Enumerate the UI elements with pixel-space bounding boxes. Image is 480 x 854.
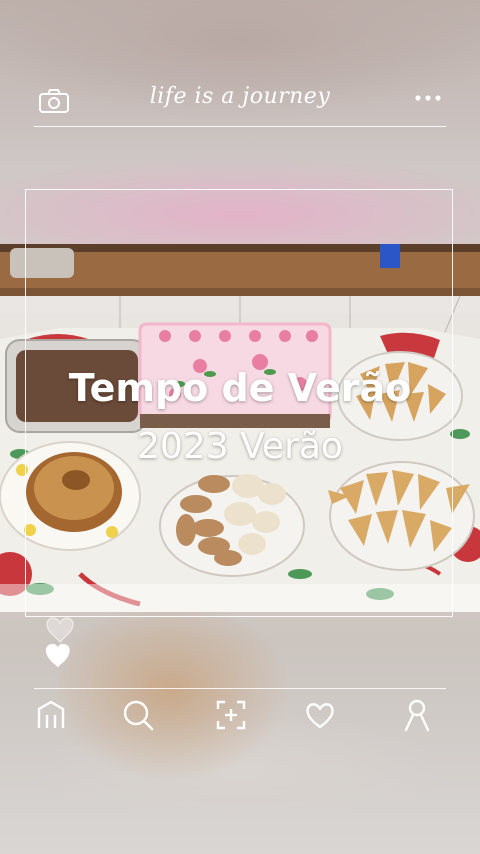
search-icon[interactable] — [121, 698, 155, 732]
header-divider — [34, 126, 446, 127]
heart-icon[interactable] — [303, 698, 337, 732]
caption-subtitle: 2023 Verão — [137, 426, 343, 467]
app-title: life is a journey — [149, 84, 331, 109]
top-bar: life is a journey — [0, 78, 480, 126]
caption-title: Tempo de Verão — [68, 366, 412, 410]
heart-filled-icon[interactable] — [45, 643, 70, 668]
home-icon[interactable] — [34, 698, 68, 732]
profile-icon[interactable] — [400, 698, 434, 732]
more-dots-icon[interactable] — [414, 92, 442, 104]
add-scan-icon[interactable] — [214, 698, 248, 732]
bottom-nav — [0, 690, 480, 746]
reaction-hearts — [40, 612, 84, 670]
nav-divider — [34, 688, 446, 689]
heart-outline-icon — [46, 617, 74, 644]
